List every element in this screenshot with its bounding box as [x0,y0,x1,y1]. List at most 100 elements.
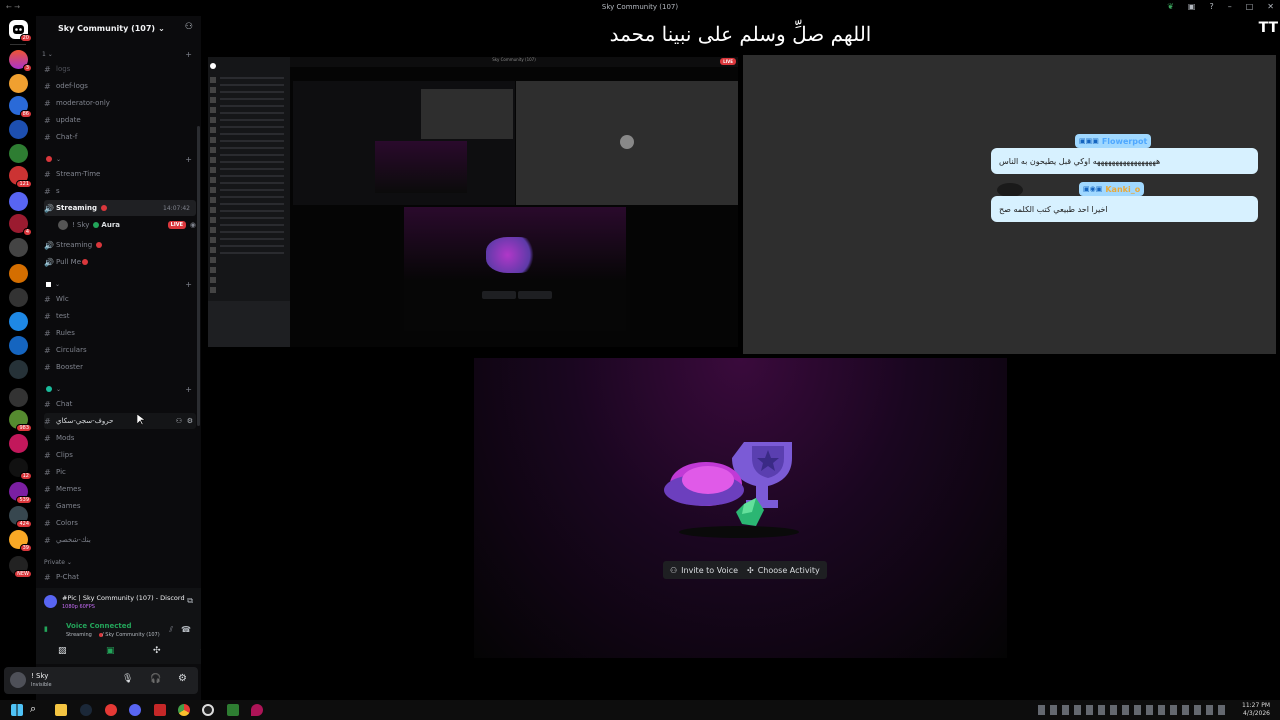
scrollbar[interactable] [197,126,200,426]
server-icon-6[interactable]: 121 [9,166,32,188]
headphones-icon[interactable]: 🎧 [150,674,161,684]
inbox-icon[interactable]: ▣ [1188,2,1196,11]
server-icon-13[interactable] [9,336,28,355]
server-icon-7[interactable] [9,192,28,211]
add-member-icon[interactable]: ⚇ [176,417,182,425]
channel-wlc[interactable]: # Wlc [44,291,196,307]
activity-row[interactable]: #Pic | Sky Community (107) - Discord 108… [40,592,197,612]
add-member-icon[interactable]: ⚇ [185,22,193,32]
close-button[interactable]: ✕ [1267,2,1274,11]
channel-pic[interactable]: # Pic [44,464,196,480]
server-icon-11[interactable] [9,288,28,307]
screen-share-icon[interactable]: ▣ [106,646,115,656]
server-icon-2[interactable] [9,74,28,93]
gear-icon[interactable]: ⚙ [187,417,193,425]
channel-booster[interactable]: # Booster [44,359,196,375]
stream-tile-activity[interactable]: ⚇ Invite to Voice ✣ Choose Activity [474,358,1007,658]
channel-update[interactable]: # update [44,112,196,128]
server-icon-18[interactable]: 12 [9,458,32,480]
activities-icon[interactable]: ✣ [153,646,161,656]
app-icon-1[interactable] [105,704,117,716]
server-icon-16[interactable]: 983 [9,410,32,432]
obs-icon[interactable] [202,704,214,716]
channel-personal-bank[interactable]: # بنك-شخصي [44,532,196,548]
camera-off-icon[interactable]: ▨ [58,646,67,656]
channel-chat-f[interactable]: # Chat-f [44,129,196,145]
server-icon-9[interactable] [9,238,28,257]
server-icon-4[interactable] [9,120,28,139]
server-icon-8[interactable]: 4 [9,214,32,236]
channel-odef-logs[interactable]: # odef-logs [44,78,196,94]
file-explorer-icon[interactable] [55,704,67,716]
clock[interactable]: 11:27 PM 4/3/2026 [1242,702,1270,718]
channel-rules[interactable]: # Rules [44,325,196,341]
server-icon-10[interactable] [9,264,28,283]
channel-circulars[interactable]: # Circulars [44,342,196,358]
minimize-button[interactable]: – [1228,2,1232,11]
avatar[interactable] [10,672,26,688]
channel-stream-time[interactable]: # Stream-Time [44,166,196,182]
app-icon-3[interactable] [227,704,239,716]
steam-icon[interactable] [80,704,92,716]
voice-channel-streaming[interactable]: 🔊 Streaming 14:07:42 [44,200,196,216]
voice-channel-pull-me[interactable]: 🔊 Pull Me [44,254,196,270]
invite-to-voice-button[interactable]: ⚇ Invite to Voice [663,561,746,579]
help-icon[interactable]: ? [1209,2,1213,11]
category-private[interactable]: Private ⌄ [42,556,194,568]
server-icon-21[interactable]: 39 [9,530,32,552]
channel-memes[interactable]: # Memes [44,481,196,497]
channel-test[interactable]: # test [44,308,196,324]
server-icon-15[interactable] [9,388,28,407]
category-header[interactable]: ⌄ + [42,278,194,290]
plus-icon[interactable]: + [185,385,192,394]
chrome-icon[interactable] [178,704,190,716]
app-icon-2[interactable] [154,704,166,716]
server-icon-14[interactable] [9,360,28,379]
category-header[interactable]: 1 ⌄ + [42,48,194,60]
channel-logs[interactable]: # logs [44,61,196,77]
server-icon-1[interactable]: 3 [9,50,32,72]
home-button[interactable]: 20 [9,20,32,42]
server-icon-19[interactable]: 539 [9,482,32,504]
username[interactable]: ! Sky [31,672,48,680]
channel-moderator-only[interactable]: # moderator-only [44,95,196,111]
gear-icon[interactable]: ⚙ [178,673,187,684]
voice-channel-streaming-2[interactable]: 🔊 Streaming [44,237,196,253]
voice-status[interactable]: ▮ Voice Connected Streaming / Sky Commun… [40,622,197,640]
category-header[interactable]: ⌄ + [42,153,194,165]
app-icon-4[interactable] [251,704,263,716]
leaf-icon[interactable]: ❦ [1167,2,1174,11]
stream-tile-chat[interactable]: ▣▣▣ Flowerpot هههههههههههههههههه اوكي قب… [743,55,1276,354]
microphone-icon[interactable]: 🎙 [122,674,133,684]
channel-clips[interactable]: # Clips [44,447,196,463]
server-header[interactable]: Sky Community (107) ⌄ ⚇ [36,16,201,40]
stream-tile-discord[interactable]: Sky Community (107) LIVE [208,57,738,347]
windows-start-icon[interactable] [11,704,23,716]
server-icon-22[interactable]: NEW [9,556,32,578]
search-icon[interactable]: ⌕ [30,702,42,715]
plus-icon[interactable]: + [185,50,192,59]
noise-icon[interactable]: ⫽ [169,625,173,635]
plus-icon[interactable]: + [185,155,192,164]
server-icon-20[interactable]: 424 [9,506,32,528]
choose-activity-button[interactable]: ✣ Choose Activity [740,561,827,579]
voice-user[interactable]: ! Sky Aura LIVE ◉ [58,217,196,233]
channel-colors[interactable]: # Colors [44,515,196,531]
maximize-button[interactable]: □ [1246,2,1254,11]
popout-icon[interactable]: ⧉ [187,596,193,606]
discord-icon[interactable] [129,704,141,716]
server-icon-3[interactable]: 86 [9,96,32,118]
channel-chat[interactable]: # Chat [44,396,196,412]
channel-mods[interactable]: # Mods [44,430,196,446]
server-icon-5[interactable] [9,144,28,163]
category-header[interactable]: ⌄ + [42,383,194,395]
server-icon-17[interactable] [9,434,28,453]
channel-games[interactable]: # Games [44,498,196,514]
plus-icon[interactable]: + [185,280,192,289]
channel-label: s [56,187,60,195]
channel-p-chat[interactable]: # P-Chat [44,569,196,585]
disconnect-icon[interactable]: ☎ [181,625,191,634]
channel-arabic-letters[interactable]: # حروف-سجي-سكاي ⚇ ⚙ [44,413,196,429]
server-icon-12[interactable] [9,312,28,331]
channel-s[interactable]: # s [44,183,196,199]
